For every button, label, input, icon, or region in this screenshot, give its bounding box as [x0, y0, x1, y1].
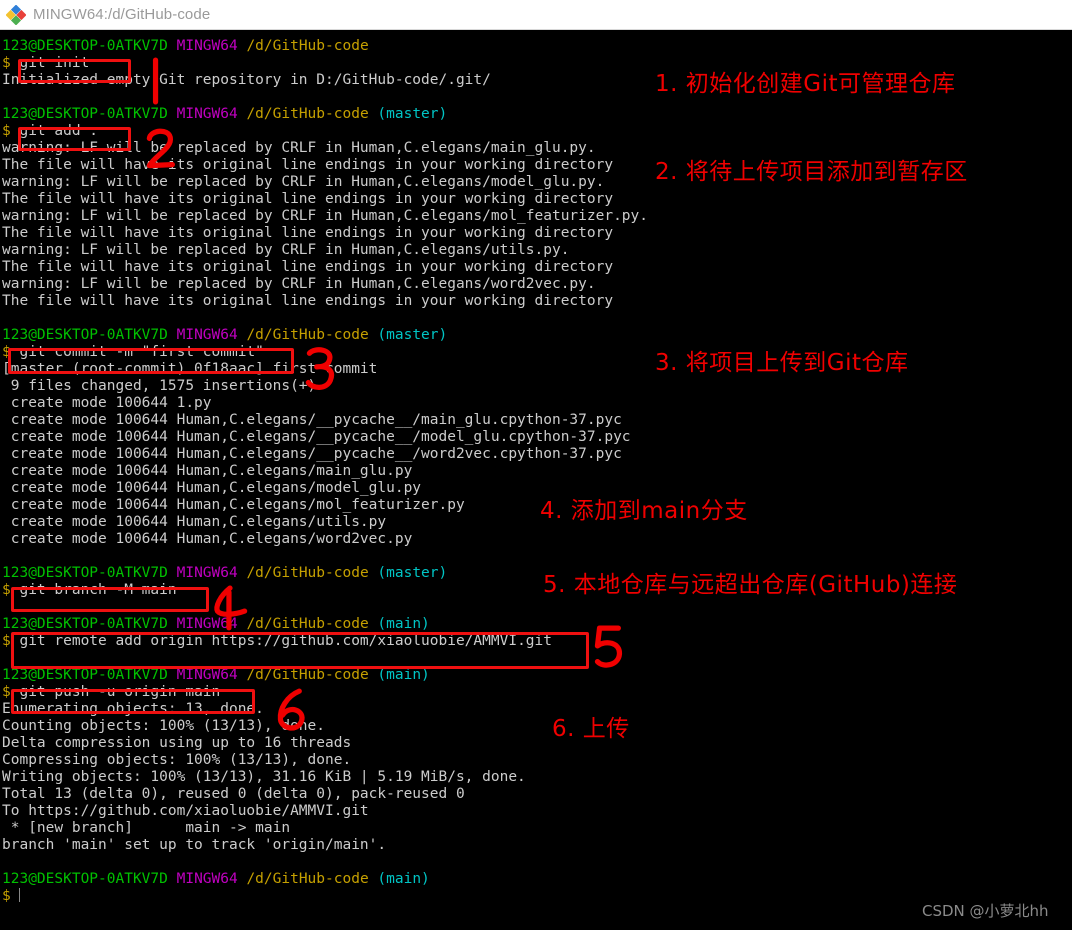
terminal-output-line: Counting objects: 100% (13/13), done. [2, 718, 326, 734]
terminal-prompt-line: 123@DESKTOP-0ATKV7D MINGW64 /d/GitHub-co… [2, 327, 448, 343]
annotation-step-3: 3. 将项目上传到Git仓库 [655, 350, 909, 376]
terminal-output-line: Enumerating objects: 13, done. [2, 701, 264, 717]
terminal-output-line: The file will have its original line end… [2, 293, 614, 309]
annotation-step-1: 1. 初始化创建Git可管理仓库 [655, 71, 956, 97]
csdn-watermark: CSDN @小萝北hh [922, 902, 1049, 920]
terminal-prompt-line: 123@DESKTOP-0ATKV7D MINGW64 /d/GitHub-co… [2, 667, 430, 683]
terminal-output-line: Compressing objects: 100% (13/13), done. [2, 752, 352, 768]
terminal-output-line: create mode 100644 1.py [2, 395, 212, 411]
terminal-output-line: create mode 100644 Human,C.elegans/__pyc… [2, 429, 631, 445]
terminal-output-line: create mode 100644 Human,C.elegans/word2… [2, 531, 413, 547]
terminal-output-line: Writing objects: 100% (13/13), 31.16 KiB… [2, 769, 526, 785]
terminal-output-line: The file will have its original line end… [2, 259, 614, 275]
text-cursor [19, 888, 28, 902]
terminal-prompt-line: 123@DESKTOP-0ATKV7D MINGW64 /d/GitHub-co… [2, 106, 448, 122]
mingw-diamond-icon [5, 4, 27, 25]
terminal-output-line: create mode 100644 Human,C.elegans/utils… [2, 514, 387, 530]
terminal-output-line: branch 'main' set up to track 'origin/ma… [2, 837, 387, 853]
window-titlebar: MINGW64:/d/GitHub-code [0, 0, 1072, 30]
terminal-command-line[interactable]: $ git remote add origin https://github.c… [2, 633, 1072, 650]
terminal-cursor-line[interactable]: $ [2, 888, 1072, 905]
terminal-command-line[interactable]: $ git add . [2, 123, 1072, 140]
terminal-command-line[interactable]: $ git commit -m "first commit" [2, 344, 1072, 361]
terminal-prompt-line: 123@DESKTOP-0ATKV7D MINGW64 /d/GitHub-co… [2, 616, 430, 632]
terminal-output-line: The file will have its original line end… [2, 225, 614, 241]
terminal-output-line: To https://github.com/xiaoluobie/AMMVI.g… [2, 803, 369, 819]
terminal-prompt-line: 123@DESKTOP-0ATKV7D MINGW64 /d/GitHub-co… [2, 38, 369, 54]
terminal-output-line: create mode 100644 Human,C.elegans/__pyc… [2, 412, 622, 428]
terminal-output-line: create mode 100644 Human,C.elegans/main_… [2, 463, 413, 479]
terminal-command-line[interactable]: $ git push -u origin main [2, 684, 1072, 701]
terminal-output-line: Delta compression using up to 16 threads [2, 735, 352, 751]
terminal-output-line: create mode 100644 Human,C.elegans/model… [2, 480, 422, 496]
terminal-output-line: 9 files changed, 1575 insertions(+) [2, 378, 317, 394]
annotation-step-2: 2. 将待上传项目添加到暂存区 [655, 159, 968, 185]
window-title-text: MINGW64:/d/GitHub-code [33, 6, 211, 23]
terminal-output-line: create mode 100644 Human,C.elegans/__pyc… [2, 446, 622, 462]
terminal-output-line: Total 13 (delta 0), reused 0 (delta 0), … [2, 786, 465, 802]
terminal-output-line: * [new branch] main -> main [2, 820, 291, 836]
terminal-prompt-line: 123@DESKTOP-0ATKV7D MINGW64 /d/GitHub-co… [2, 871, 430, 887]
annotation-step-4: 4. 添加到main分支 [540, 498, 748, 524]
terminal-output-line: The file will have its original line end… [2, 191, 614, 207]
git-bash-window: MINGW64:/d/GitHub-code 123@DESKTOP-0ATKV… [0, 0, 1072, 930]
terminal-output-line: warning: LF will be replaced by CRLF in … [2, 208, 649, 224]
annotation-step-5: 5. 本地仓库与远超出仓库(GitHub)连接 [543, 572, 958, 598]
terminal-output-line: warning: LF will be replaced by CRLF in … [2, 242, 570, 258]
annotation-step-6: 6. 上传 [552, 716, 630, 742]
terminal-output-line: [master (root-commit) 0f18aac] first com… [2, 361, 378, 377]
terminal-output-line: create mode 100644 Human,C.elegans/mol_f… [2, 497, 465, 513]
terminal-output-line: warning: LF will be replaced by CRLF in … [2, 276, 596, 292]
